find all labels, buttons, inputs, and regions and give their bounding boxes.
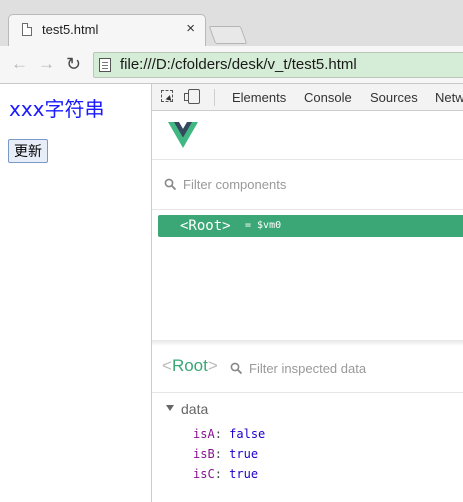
data-property-row: isC: true: [193, 467, 259, 481]
update-button[interactable]: 更新: [8, 139, 48, 163]
devtools-tab-bar: Elements Console Sources Network: [152, 84, 463, 111]
address-url[interactable]: file:///D:/cfolders/desk/v_t/test5.html: [120, 56, 357, 73]
device-toolbar-icon[interactable]: [184, 89, 200, 104]
address-bar[interactable]: file:///D:/cfolders/desk/v_t/test5.html: [93, 52, 463, 78]
browser-tab-strip: test5.html ×: [0, 0, 463, 46]
component-tree-root[interactable]: <Root> = $vm0: [158, 215, 463, 237]
data-property-row: isB: true: [193, 447, 259, 461]
vue-logo-icon: [168, 122, 198, 148]
reload-icon[interactable]: ↻: [66, 54, 81, 74]
data-section: data isA: false isB: true isC: true: [152, 393, 463, 502]
inspect-element-icon[interactable]: [161, 90, 173, 102]
property-value[interactable]: false: [229, 427, 265, 441]
tab-elements[interactable]: Elements: [232, 90, 286, 105]
devtools-panel: Elements Console Sources Network Filter …: [151, 84, 463, 502]
property-key: isA: [193, 427, 215, 441]
data-property-row: isA: false: [193, 427, 266, 441]
component-filter-bar[interactable]: Filter components: [152, 160, 463, 210]
collapse-arrow-icon[interactable]: [166, 405, 174, 411]
browser-toolbar: ← → ↻ file:///D:/cfolders/desk/v_t/test5…: [0, 46, 463, 84]
page-message-text: xxx字符串: [9, 97, 105, 121]
new-tab-button[interactable]: [208, 26, 248, 44]
inspector-header: <Root> Filter inspected data: [152, 346, 463, 393]
inspected-component-label: Root: [171, 356, 208, 375]
toolbar-divider: [214, 89, 215, 106]
filter-inspected-data-input[interactable]: Filter inspected data: [249, 361, 366, 376]
root-vm-label: = $vm0: [245, 220, 282, 231]
filter-components-input[interactable]: Filter components: [183, 177, 286, 192]
property-key: isB: [193, 447, 215, 461]
root-component-tag[interactable]: <Root>: [180, 218, 231, 234]
inspected-component-name: <Root>: [162, 356, 218, 375]
property-value[interactable]: true: [229, 467, 258, 481]
tab-network[interactable]: Network: [435, 90, 463, 105]
search-icon: [230, 362, 243, 375]
page-info-icon[interactable]: [99, 58, 111, 72]
forward-arrow-icon[interactable]: →: [38, 54, 55, 74]
document-icon: [22, 23, 32, 36]
data-section-label[interactable]: data: [181, 401, 208, 417]
tab-title: test5.html: [42, 22, 99, 37]
browser-tab[interactable]: test5.html ×: [8, 14, 206, 46]
property-value[interactable]: true: [229, 447, 258, 461]
search-icon: [164, 178, 177, 191]
page-viewport: xxx字符串 更新: [0, 84, 151, 502]
property-key: isC: [193, 467, 215, 481]
tab-sources[interactable]: Sources: [370, 90, 418, 105]
tab-console[interactable]: Console: [304, 90, 352, 105]
back-arrow-icon[interactable]: ←: [11, 54, 28, 74]
close-tab-icon[interactable]: ×: [186, 21, 195, 37]
